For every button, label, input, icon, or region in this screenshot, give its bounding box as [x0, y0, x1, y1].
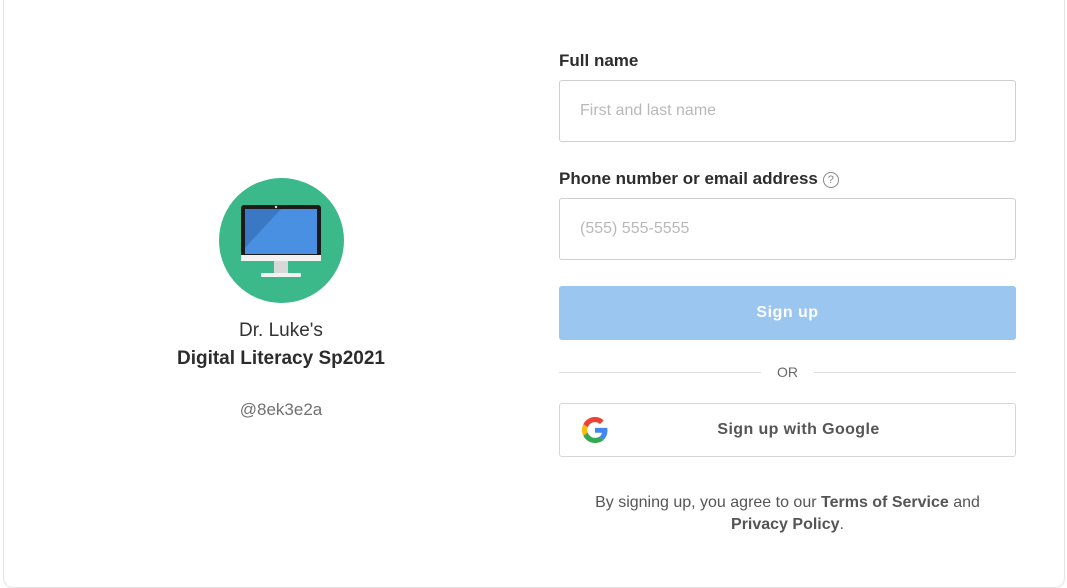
or-divider: OR	[559, 362, 1016, 382]
full-name-label-text: Full name	[559, 51, 639, 70]
desktop-computer-icon	[240, 205, 321, 277]
divider-line-left	[559, 371, 761, 373]
contact-input[interactable]	[559, 198, 1016, 260]
terms-prefix: By signing up, you agree to our	[595, 494, 821, 511]
or-text: OR	[777, 364, 798, 380]
class-code: @8ek3e2a	[239, 400, 323, 419]
teacher-name: Dr. Luke's	[239, 320, 323, 341]
google-signup-button[interactable]: Sign up with Google	[559, 403, 1016, 457]
full-name-input[interactable]	[559, 80, 1016, 142]
sign-up-button[interactable]: Sign up	[559, 286, 1016, 340]
google-signup-label: Sign up with Google	[717, 421, 880, 438]
full-name-label: Full name	[559, 50, 1016, 72]
signup-form: Full name Phone number or email address …	[559, 50, 1016, 533]
terms-notice: By signing up, you agree to our Terms of…	[559, 492, 1016, 536]
class-info-panel: Dr. Luke's Digital Literacy Sp2021 @8ek3…	[150, 178, 412, 421]
contact-label: Phone number or email address ?	[559, 168, 1016, 190]
question-circle-icon[interactable]: ?	[822, 172, 839, 188]
terms-of-service-link[interactable]: Terms of Service	[821, 494, 949, 511]
privacy-policy-link[interactable]: Privacy Policy	[731, 516, 840, 533]
class-avatar	[218, 178, 344, 303]
class-name: Digital Literacy Sp2021	[176, 348, 386, 369]
terms-suffix: .	[839, 516, 844, 533]
divider-line-right	[814, 371, 1016, 373]
terms-middle: and	[948, 494, 980, 511]
contact-label-text: Phone number or email address	[559, 169, 818, 188]
